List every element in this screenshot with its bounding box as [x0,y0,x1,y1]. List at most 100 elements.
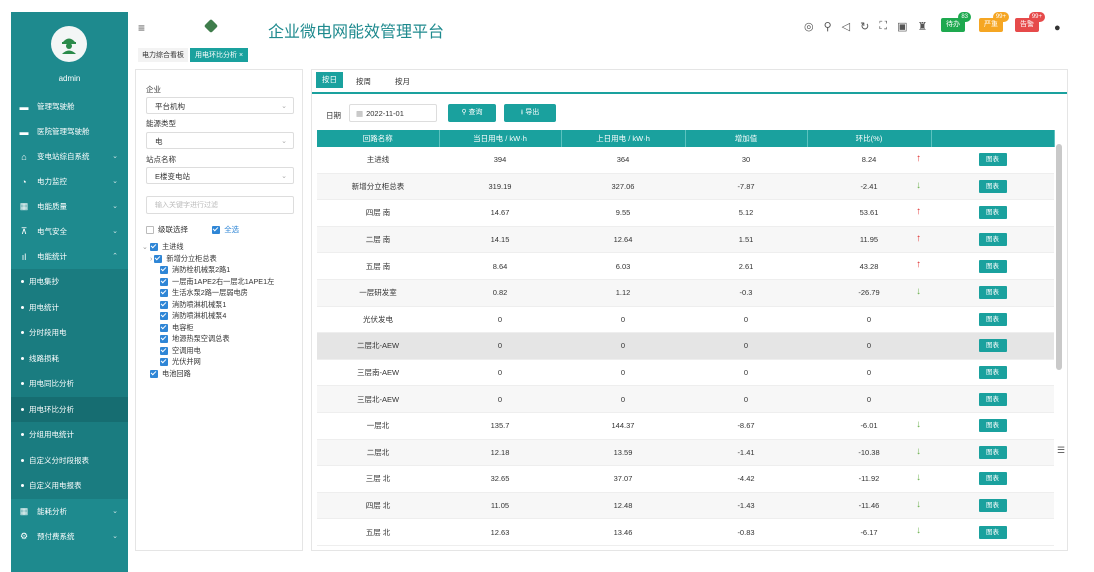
tab-daily[interactable]: 按日 [316,72,343,88]
vertical-scrollbar[interactable] [1056,144,1062,370]
sidebar-subitem-meter-reading[interactable]: 用电集抄 [11,269,128,295]
shirt-icon[interactable]: ♜ [917,20,927,33]
company-select[interactable]: 平台机构 ⌄ [146,97,294,114]
tree-checkbox[interactable] [154,254,163,263]
tree-node[interactable]: ⌄ 主进线 [142,241,274,253]
energy-type-select[interactable]: 电 ⌄ [146,132,294,149]
sidebar-item-hospital-cockpit[interactable]: ▬ 医院管理驾驶舱 [11,119,128,144]
tab-monthly[interactable]: 按月 [395,76,410,87]
tree-checkbox[interactable] [160,358,168,367]
tree-checkbox[interactable] [160,312,168,321]
cell-ratio: 0 [807,332,931,360]
sidebar-subitem-usage-stats[interactable]: 用电统计 [11,294,128,320]
fullscreen-icon[interactable]: ⛶ [879,20,887,33]
help-icon[interactable]: ◎ [804,20,814,33]
tree-checkbox[interactable] [160,346,168,355]
severe-badge[interactable]: 严重 99+ [979,12,1009,32]
alarm-badge[interactable]: 告警 99+ [1015,12,1045,32]
screen-icon[interactable]: ▣ [897,20,907,33]
todo-badge[interactable]: 待办 83 [941,12,971,32]
chart-button[interactable]: 图表 [978,499,1007,513]
sidebar-subitem-custom-report[interactable]: 自定义用电报表 [11,473,128,499]
cell-action: 图表 [931,332,1054,360]
tree-checkbox[interactable] [160,266,168,275]
chart-button[interactable]: 图表 [978,419,1007,433]
tab-mom-analysis[interactable]: 用电环比分析 × [190,48,249,62]
tree-node[interactable]: › 新增分立柜总表 [142,253,274,265]
station-select[interactable]: E楼变电站 ⌄ [146,167,294,184]
tree-node[interactable]: 光伏并网 [142,356,274,368]
chart-button[interactable]: 图表 [978,206,1007,220]
menu-toggle-icon[interactable]: ≡ [138,21,145,35]
tree-node[interactable]: 消防喷淋机械泵1 [142,299,274,311]
tree-node[interactable]: 一层南1APE2右一层北1APE1左 [142,276,274,288]
side-toggle-icon[interactable]: ☰ [1057,445,1065,456]
sidebar-item-energy-stats[interactable]: ıl 电能统计 ⌃ [11,244,128,269]
export-button[interactable]: ⭳ 导出 [504,104,556,122]
select-all-checkbox[interactable] [212,226,221,235]
tree-checkbox[interactable] [150,243,159,252]
tree-node-label: 消防喷淋机械泵1 [172,299,227,309]
tree-node[interactable]: 电池回路 [142,368,274,380]
tree-checkbox[interactable] [160,323,168,332]
chart-button[interactable]: 图表 [978,153,1007,167]
chart-button[interactable]: 图表 [978,233,1007,247]
sidebar-item-energy-analysis[interactable]: ▦ 能耗分析 ⌄ [11,499,128,524]
tab-dashboard[interactable]: 电力综合看板 [138,48,188,62]
chart-button[interactable]: 图表 [978,445,1007,459]
chart-button[interactable]: 图表 [978,286,1007,300]
sidebar-item-power-quality[interactable]: ▦ 电能质量 ⌄ [11,194,128,219]
chevron-down-icon[interactable]: ⌄ [142,242,148,251]
date-input[interactable]: ▦ 2022-11-01 [349,104,437,122]
chart-button[interactable]: 图表 [978,339,1007,353]
tree-node[interactable]: 生活水泵2路一层弱电房 [142,287,274,299]
chart-button[interactable]: 图表 [978,312,1007,326]
cascade-checkbox[interactable] [146,226,154,235]
sidebar-item-electrical-safety[interactable]: ⊼ 电气安全 ⌄ [11,219,128,244]
tree-checkbox[interactable] [160,277,168,286]
sidebar-item-label: 电气安全 [37,227,67,236]
bullet-icon [21,407,24,411]
chevron-right-icon[interactable]: › [150,254,152,263]
tree-node[interactable]: 地源热泵空调总表 [142,333,274,345]
sidebar-item-cockpit[interactable]: ▬ 管理驾驶舱 [11,94,128,119]
chart-button[interactable]: 图表 [978,392,1007,406]
tab-weekly[interactable]: 按周 [356,76,371,87]
sidebar-subitem-group-stats[interactable]: 分组用电统计 [11,422,128,448]
sidebar-subitem-time-of-use[interactable]: 分时段用电 [11,320,128,346]
tree-filter-input[interactable]: 输入关键字进行过滤 [146,196,294,214]
chart-button[interactable]: 图表 [978,179,1007,193]
tree-node[interactable]: 消防喷淋机械泵4 [142,310,274,322]
sidebar-subitem-line-loss[interactable]: 线路损耗 [11,345,128,371]
sidebar-item-prepaid[interactable]: ⚙ 预付费系统 ⌄ [11,524,128,549]
sidebar-item-power-monitor[interactable]: ◔ 电力监控 ⌄ [11,169,128,194]
chart-button[interactable]: 图表 [978,259,1007,273]
tree-checkbox[interactable] [160,300,168,309]
tree-node[interactable]: 消防栓机械泵2路1 [142,264,274,276]
chart-button[interactable]: 图表 [978,366,1007,380]
cell-value: 14.67 [490,208,510,218]
sidebar-subitem-yoy[interactable]: 用电同比分析 [11,371,128,397]
refresh-icon[interactable]: ↻ [860,20,869,33]
sidebar-subitem-custom-period[interactable]: 自定义分时段报表 [11,447,128,473]
sound-icon[interactable]: ◁ [842,20,850,33]
cell-action: 图表 [931,147,1054,174]
query-button[interactable]: ⚲ 查询 [448,104,496,122]
chart-button[interactable]: 图表 [978,525,1007,539]
tree-node[interactable]: 空调用电 [142,345,274,357]
query-button-label: 查询 [468,109,483,116]
sidebar-subitem-mom[interactable]: 用电环比分析 [11,396,128,422]
cell-value: 0 [866,314,872,324]
chart-button[interactable]: 图表 [978,472,1007,486]
avatar[interactable] [51,26,87,62]
tree-checkbox[interactable] [160,289,168,298]
cell-diff: 0 [685,306,807,334]
cell-value: 0 [866,394,872,404]
sidebar-item-label: 电能统计 [37,252,67,261]
sidebar-item-substation[interactable]: ⌂ 变电站综自系统 ⌄ [11,144,128,169]
search-icon[interactable]: ⚲ [824,20,832,33]
tree-checkbox[interactable] [150,369,158,378]
user-icon[interactable]: ● [1054,22,1061,34]
tree-node[interactable]: 电容柜 [142,322,274,334]
tree-checkbox[interactable] [160,335,168,344]
